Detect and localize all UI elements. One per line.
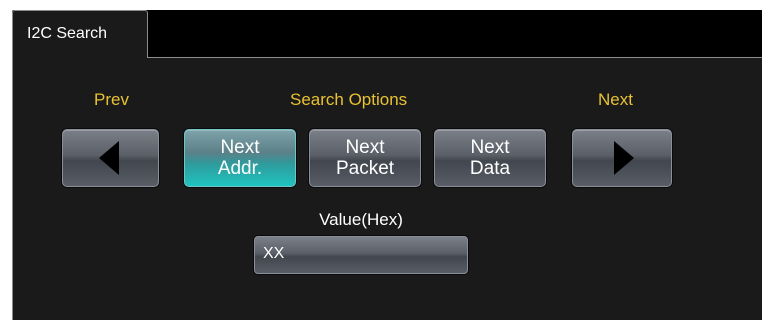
value-hex-label: Value(Hex)	[319, 210, 403, 229]
next-addr-line2: Addr.	[217, 158, 263, 179]
left-arrow-icon	[98, 141, 119, 175]
tab-i2c-search[interactable]: I2C Search	[12, 10, 148, 58]
next-data-line2: Data	[469, 158, 511, 179]
value-hex-input[interactable]: XX	[254, 236, 468, 274]
next-label: Next	[598, 90, 633, 109]
next-addr-line1: Next	[220, 137, 260, 158]
search-options-label: Search Options	[290, 90, 408, 109]
screen: I2C Search Prev Search Options Next Next…	[0, 0, 762, 320]
prev-button[interactable]	[62, 129, 159, 187]
next-data-button[interactable]: Next Data	[434, 129, 546, 187]
next-packet-button[interactable]: Next Packet	[309, 129, 421, 187]
next-packet-line2: Packet	[335, 158, 395, 179]
next-button[interactable]	[572, 129, 672, 187]
right-arrow-icon	[614, 141, 634, 175]
next-addr-button[interactable]: Next Addr.	[184, 129, 296, 187]
next-data-line1: Next	[470, 137, 510, 158]
prev-label: Prev	[94, 90, 129, 109]
next-packet-line1: Next	[345, 137, 385, 158]
